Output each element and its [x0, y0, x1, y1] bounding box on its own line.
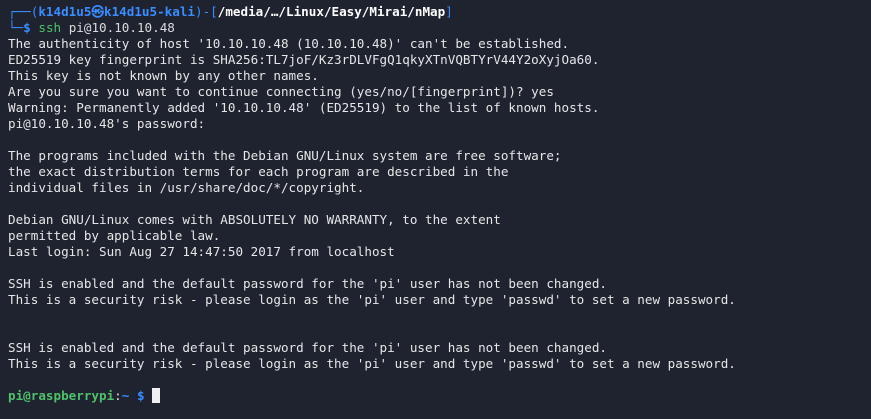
- output-line: The programs included with the Debian GN…: [8, 148, 562, 163]
- output-line: Are you sure you want to continue connec…: [8, 84, 554, 99]
- output-line: The authenticity of host '10.10.10.48 (1…: [8, 36, 570, 51]
- output-line: This key is not known by any other names…: [8, 68, 319, 83]
- prompt-close-paren: )-[: [195, 4, 218, 19]
- remote-colon: :: [114, 388, 122, 403]
- local-prompt-line-1: ┌──(k14d1u5㉿k14d1u5-kali)-[/media/…/Linu…: [8, 4, 871, 20]
- prompt-user-host: k14d1u5㉿k14d1u5-kali: [38, 4, 195, 19]
- prompt-path: /media/…/Linux/Easy/Mirai/nMap: [217, 4, 446, 19]
- output-line: pi@10.10.10.48's password:: [8, 116, 206, 131]
- output-line: Warning: Permanently added '10.10.10.48'…: [8, 100, 600, 115]
- output-line: Last login: Sun Aug 27 14:47:50 2017 fro…: [8, 244, 395, 259]
- prompt-corner-top: ┌──(: [8, 4, 39, 19]
- prompt-dollar: $: [23, 20, 31, 35]
- text-cursor[interactable]: [152, 388, 161, 403]
- command-args: pi@10.10.10.48: [68, 20, 175, 35]
- terminal-window[interactable]: ┌──(k14d1u5㉿k14d1u5-kali)-[/media/…/Linu…: [0, 0, 871, 419]
- local-prompt-line-2: └─$ ssh pi@10.10.10.48: [8, 20, 871, 36]
- output-line: SSH is enabled and the default password …: [8, 340, 607, 355]
- command-name: ssh: [38, 20, 62, 35]
- output-line: the exact distribution terms for each pr…: [8, 164, 509, 179]
- remote-user-host: pi@raspberrypi: [8, 388, 115, 403]
- remote-dollar: $: [136, 388, 145, 403]
- prompt-close-bracket: ]: [445, 4, 453, 19]
- ssh-session-output: The authenticity of host '10.10.10.48 (1…: [8, 36, 871, 388]
- output-line: SSH is enabled and the default password …: [8, 276, 607, 291]
- output-line: This is a security risk - please login a…: [8, 292, 736, 307]
- prompt-corner-bottom: └─: [8, 20, 24, 35]
- terminal-output: ┌──(k14d1u5㉿k14d1u5-kali)-[/media/…/Linu…: [8, 4, 871, 404]
- output-line: This is a security risk - please login a…: [8, 356, 736, 371]
- remote-prompt-line[interactable]: pi@raspberrypi:~ $: [8, 388, 871, 404]
- output-line: Debian GNU/Linux comes with ABSOLUTELY N…: [8, 212, 501, 227]
- remote-path: ~: [121, 388, 130, 403]
- output-line: ED25519 key fingerprint is SHA256:TL7joF…: [8, 52, 600, 67]
- output-line: permitted by applicable law.: [8, 228, 221, 243]
- output-line: individual files in /usr/share/doc/*/cop…: [8, 180, 365, 195]
